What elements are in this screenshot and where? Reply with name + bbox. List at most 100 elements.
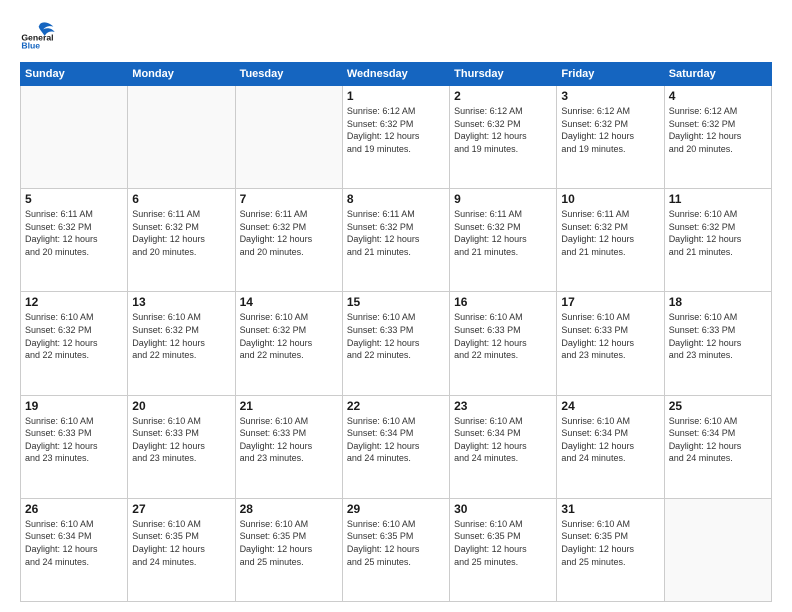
day-number: 16 [454, 295, 552, 309]
empty-cell [128, 86, 235, 189]
calendar-table: SundayMondayTuesdayWednesdayThursdayFrid… [20, 62, 772, 602]
day-info: Sunrise: 6:11 AM Sunset: 6:32 PM Dayligh… [132, 208, 230, 258]
day-info: Sunrise: 6:11 AM Sunset: 6:32 PM Dayligh… [561, 208, 659, 258]
day-info: Sunrise: 6:10 AM Sunset: 6:34 PM Dayligh… [561, 415, 659, 465]
day-info: Sunrise: 6:12 AM Sunset: 6:32 PM Dayligh… [669, 105, 767, 155]
day-number: 10 [561, 192, 659, 206]
day-number: 11 [669, 192, 767, 206]
day-cell-10: 10 Sunrise: 6:11 AM Sunset: 6:32 PM Dayli… [557, 189, 664, 292]
day-cell-28: 28 Sunrise: 6:10 AM Sunset: 6:35 PM Dayli… [235, 498, 342, 601]
day-info: Sunrise: 6:11 AM Sunset: 6:32 PM Dayligh… [454, 208, 552, 258]
day-cell-26: 26 Sunrise: 6:10 AM Sunset: 6:34 PM Dayli… [21, 498, 128, 601]
day-number: 20 [132, 399, 230, 413]
day-number: 18 [669, 295, 767, 309]
weekday-header-tuesday: Tuesday [235, 63, 342, 86]
day-cell-9: 9 Sunrise: 6:11 AM Sunset: 6:32 PM Daylig… [450, 189, 557, 292]
day-cell-30: 30Sunrise: 6:10 AM Sunset: 6:35 PM Dayli… [450, 498, 557, 601]
empty-cell [21, 86, 128, 189]
day-info: Sunrise: 6:10 AM Sunset: 6:33 PM Dayligh… [454, 311, 552, 361]
day-cell-27: 27 Sunrise: 6:10 AM Sunset: 6:35 PM Dayli… [128, 498, 235, 601]
day-cell-7: 7Sunrise: 6:11 AM Sunset: 6:32 PM Daylig… [235, 189, 342, 292]
day-number: 14 [240, 295, 338, 309]
day-cell-17: 17Sunrise: 6:10 AM Sunset: 6:33 PM Dayli… [557, 292, 664, 395]
week-row-5: 26 Sunrise: 6:10 AM Sunset: 6:34 PM Dayli… [21, 498, 772, 601]
day-cell-25: 25Sunrise: 6:10 AM Sunset: 6:34 PM Dayli… [664, 395, 771, 498]
logo: General Blue [20, 16, 60, 52]
day-cell-4: 4Sunrise: 6:12 AM Sunset: 6:32 PM Daylig… [664, 86, 771, 189]
day-cell-24: 24 Sunrise: 6:10 AM Sunset: 6:34 PM Dayli… [557, 395, 664, 498]
week-row-4: 19 Sunrise: 6:10 AM Sunset: 6:33 PM Dayli… [21, 395, 772, 498]
day-number: 12 [25, 295, 123, 309]
day-number: 6 [132, 192, 230, 206]
day-cell-31: 31 Sunrise: 6:10 AM Sunset: 6:35 PM Dayli… [557, 498, 664, 601]
day-number: 25 [669, 399, 767, 413]
day-number: 31 [561, 502, 659, 516]
day-cell-1: 1Sunrise: 6:12 AM Sunset: 6:32 PM Daylig… [342, 86, 449, 189]
day-number: 30 [454, 502, 552, 516]
weekday-header-monday: Monday [128, 63, 235, 86]
day-number: 29 [347, 502, 445, 516]
day-number: 17 [561, 295, 659, 309]
day-number: 8 [347, 192, 445, 206]
day-info: Sunrise: 6:10 AM Sunset: 6:35 PM Dayligh… [240, 518, 338, 568]
day-info: Sunrise: 6:10 AM Sunset: 6:33 PM Dayligh… [25, 415, 123, 465]
day-info: Sunrise: 6:10 AM Sunset: 6:34 PM Dayligh… [454, 415, 552, 465]
day-number: 15 [347, 295, 445, 309]
weekday-header-thursday: Thursday [450, 63, 557, 86]
day-number: 24 [561, 399, 659, 413]
svg-text:Blue: Blue [21, 41, 40, 51]
day-cell-12: 12 Sunrise: 6:10 AM Sunset: 6:32 PM Dayli… [21, 292, 128, 395]
day-info: Sunrise: 6:10 AM Sunset: 6:34 PM Dayligh… [25, 518, 123, 568]
day-cell-13: 13Sunrise: 6:10 AM Sunset: 6:32 PM Dayli… [128, 292, 235, 395]
day-cell-2: 2Sunrise: 6:12 AM Sunset: 6:32 PM Daylig… [450, 86, 557, 189]
week-row-1: 1 Sunrise: 6:12 AM Sunset: 6:32 PM Daylig… [21, 86, 772, 189]
day-number: 23 [454, 399, 552, 413]
day-cell-16: 16 Sunrise: 6:10 AM Sunset: 6:33 PM Dayli… [450, 292, 557, 395]
day-info: Sunrise: 6:11 AM Sunset: 6:32 PM Dayligh… [347, 208, 445, 258]
day-cell-6: 6 Sunrise: 6:11 AM Sunset: 6:32 PM Daylig… [128, 189, 235, 292]
day-cell-5: 5Sunrise: 6:11 AM Sunset: 6:32 PM Daylig… [21, 189, 128, 292]
day-info: Sunrise: 6:10 AM Sunset: 6:33 PM Dayligh… [669, 311, 767, 361]
day-info: Sunrise: 6:10 AM Sunset: 6:32 PM Dayligh… [240, 311, 338, 361]
week-row-2: 5Sunrise: 6:11 AM Sunset: 6:32 PM Daylig… [21, 189, 772, 292]
day-info: Sunrise: 6:10 AM Sunset: 6:35 PM Dayligh… [561, 518, 659, 568]
day-number: 21 [240, 399, 338, 413]
day-info: Sunrise: 6:10 AM Sunset: 6:34 PM Dayligh… [347, 415, 445, 465]
day-number: 3 [561, 89, 659, 103]
weekday-header-sunday: Sunday [21, 63, 128, 86]
day-cell-15: 15 Sunrise: 6:10 AM Sunset: 6:33 PM Dayli… [342, 292, 449, 395]
day-cell-21: 21Sunrise: 6:10 AM Sunset: 6:33 PM Dayli… [235, 395, 342, 498]
day-number: 13 [132, 295, 230, 309]
day-number: 1 [347, 89, 445, 103]
day-number: 28 [240, 502, 338, 516]
day-cell-3: 3 Sunrise: 6:12 AM Sunset: 6:32 PM Daylig… [557, 86, 664, 189]
day-number: 22 [347, 399, 445, 413]
day-cell-11: 11 Sunrise: 6:10 AM Sunset: 6:32 PM Dayli… [664, 189, 771, 292]
day-number: 26 [25, 502, 123, 516]
day-info: Sunrise: 6:10 AM Sunset: 6:33 PM Dayligh… [347, 311, 445, 361]
day-cell-19: 19 Sunrise: 6:10 AM Sunset: 6:33 PM Dayli… [21, 395, 128, 498]
day-number: 19 [25, 399, 123, 413]
header: General Blue [20, 16, 772, 52]
weekday-header-saturday: Saturday [664, 63, 771, 86]
day-cell-18: 18 Sunrise: 6:10 AM Sunset: 6:33 PM Dayli… [664, 292, 771, 395]
day-info: Sunrise: 6:10 AM Sunset: 6:32 PM Dayligh… [669, 208, 767, 258]
day-info: Sunrise: 6:10 AM Sunset: 6:35 PM Dayligh… [132, 518, 230, 568]
day-cell-14: 14 Sunrise: 6:10 AM Sunset: 6:32 PM Dayli… [235, 292, 342, 395]
week-row-3: 12 Sunrise: 6:10 AM Sunset: 6:32 PM Dayli… [21, 292, 772, 395]
day-number: 27 [132, 502, 230, 516]
day-cell-20: 20 Sunrise: 6:10 AM Sunset: 6:33 PM Dayli… [128, 395, 235, 498]
day-info: Sunrise: 6:10 AM Sunset: 6:33 PM Dayligh… [132, 415, 230, 465]
page: General Blue SundayMondayTuesdayWednesda… [0, 0, 792, 612]
day-info: Sunrise: 6:10 AM Sunset: 6:32 PM Dayligh… [25, 311, 123, 361]
day-info: Sunrise: 6:12 AM Sunset: 6:32 PM Dayligh… [561, 105, 659, 155]
day-number: 2 [454, 89, 552, 103]
day-info: Sunrise: 6:11 AM Sunset: 6:32 PM Dayligh… [240, 208, 338, 258]
day-cell-23: 23 Sunrise: 6:10 AM Sunset: 6:34 PM Dayli… [450, 395, 557, 498]
day-info: Sunrise: 6:10 AM Sunset: 6:35 PM Dayligh… [347, 518, 445, 568]
weekday-header-friday: Friday [557, 63, 664, 86]
day-number: 9 [454, 192, 552, 206]
day-cell-8: 8 Sunrise: 6:11 AM Sunset: 6:32 PM Daylig… [342, 189, 449, 292]
day-cell-29: 29 Sunrise: 6:10 AM Sunset: 6:35 PM Dayli… [342, 498, 449, 601]
logo-icon: General Blue [20, 16, 60, 52]
